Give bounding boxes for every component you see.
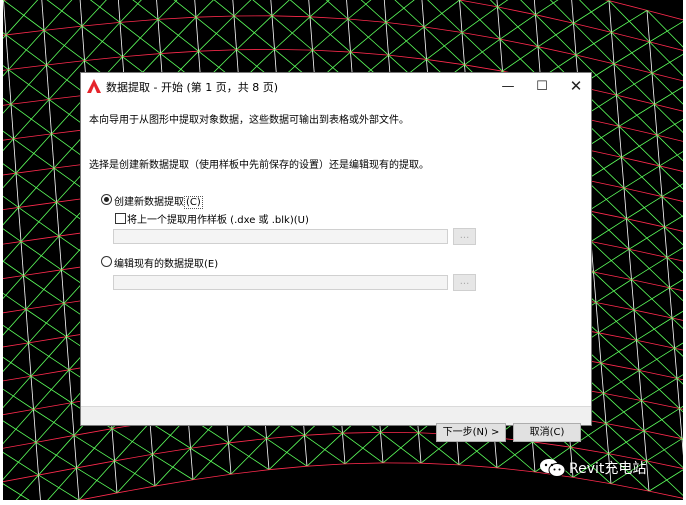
existing-path-input[interactable] [113, 275, 448, 290]
maximize-button[interactable]: ☐ [525, 73, 559, 100]
template-browse-button[interactable]: ... [453, 228, 476, 245]
minimize-button[interactable]: — [491, 73, 525, 100]
create-new-label-text: 创建新数据提取 [114, 197, 184, 208]
watermark-text: Revit充电站 [569, 461, 647, 477]
next-button[interactable]: 下一步(N) > [436, 423, 506, 442]
dialog-titlebar[interactable]: 数据提取 - 开始 (第 1 页，共 8 页) — ☐ ✕ [81, 73, 591, 100]
data-extraction-dialog: 数据提取 - 开始 (第 1 页，共 8 页) — ☐ ✕ 本向导用于从图形中提… [80, 72, 592, 442]
dialog-footer: 下一步(N) > 取消(C) [81, 406, 591, 442]
intro-text: 本向导用于从图形中提取对象数据，这些数据可输出到表格或外部文件。 [89, 115, 409, 126]
close-button[interactable]: ✕ [559, 73, 593, 100]
dialog-content: 本向导用于从图形中提取对象数据，这些数据可输出到表格或外部文件。 选择是创建新数… [81, 100, 591, 442]
template-path-input[interactable] [113, 229, 448, 244]
watermark: Revit充电站 [539, 458, 646, 478]
autocad-logo-icon [87, 79, 101, 93]
create-new-mnemonic: (C) [184, 196, 203, 209]
create-new-label[interactable]: 创建新数据提取 (C) [114, 193, 203, 209]
edit-existing-radio[interactable] [101, 256, 112, 267]
choice-prompt: 选择是创建新数据提取（使用样板中先前保存的设置）还是编辑现有的提取。 [89, 160, 429, 171]
edit-existing-label[interactable]: 编辑现有的数据提取(E) [114, 255, 218, 270]
create-new-radio[interactable] [101, 194, 112, 205]
dialog-title: 数据提取 - 开始 (第 1 页，共 8 页) [106, 81, 279, 94]
existing-browse-button[interactable]: ... [453, 274, 476, 291]
wechat-icon [540, 459, 566, 477]
use-template-label[interactable]: 将上一个提取用作样板 (.dxe 或 .blk)(U) [127, 211, 309, 226]
cancel-button[interactable]: 取消(C) [513, 423, 581, 442]
use-template-checkbox[interactable] [115, 213, 126, 224]
